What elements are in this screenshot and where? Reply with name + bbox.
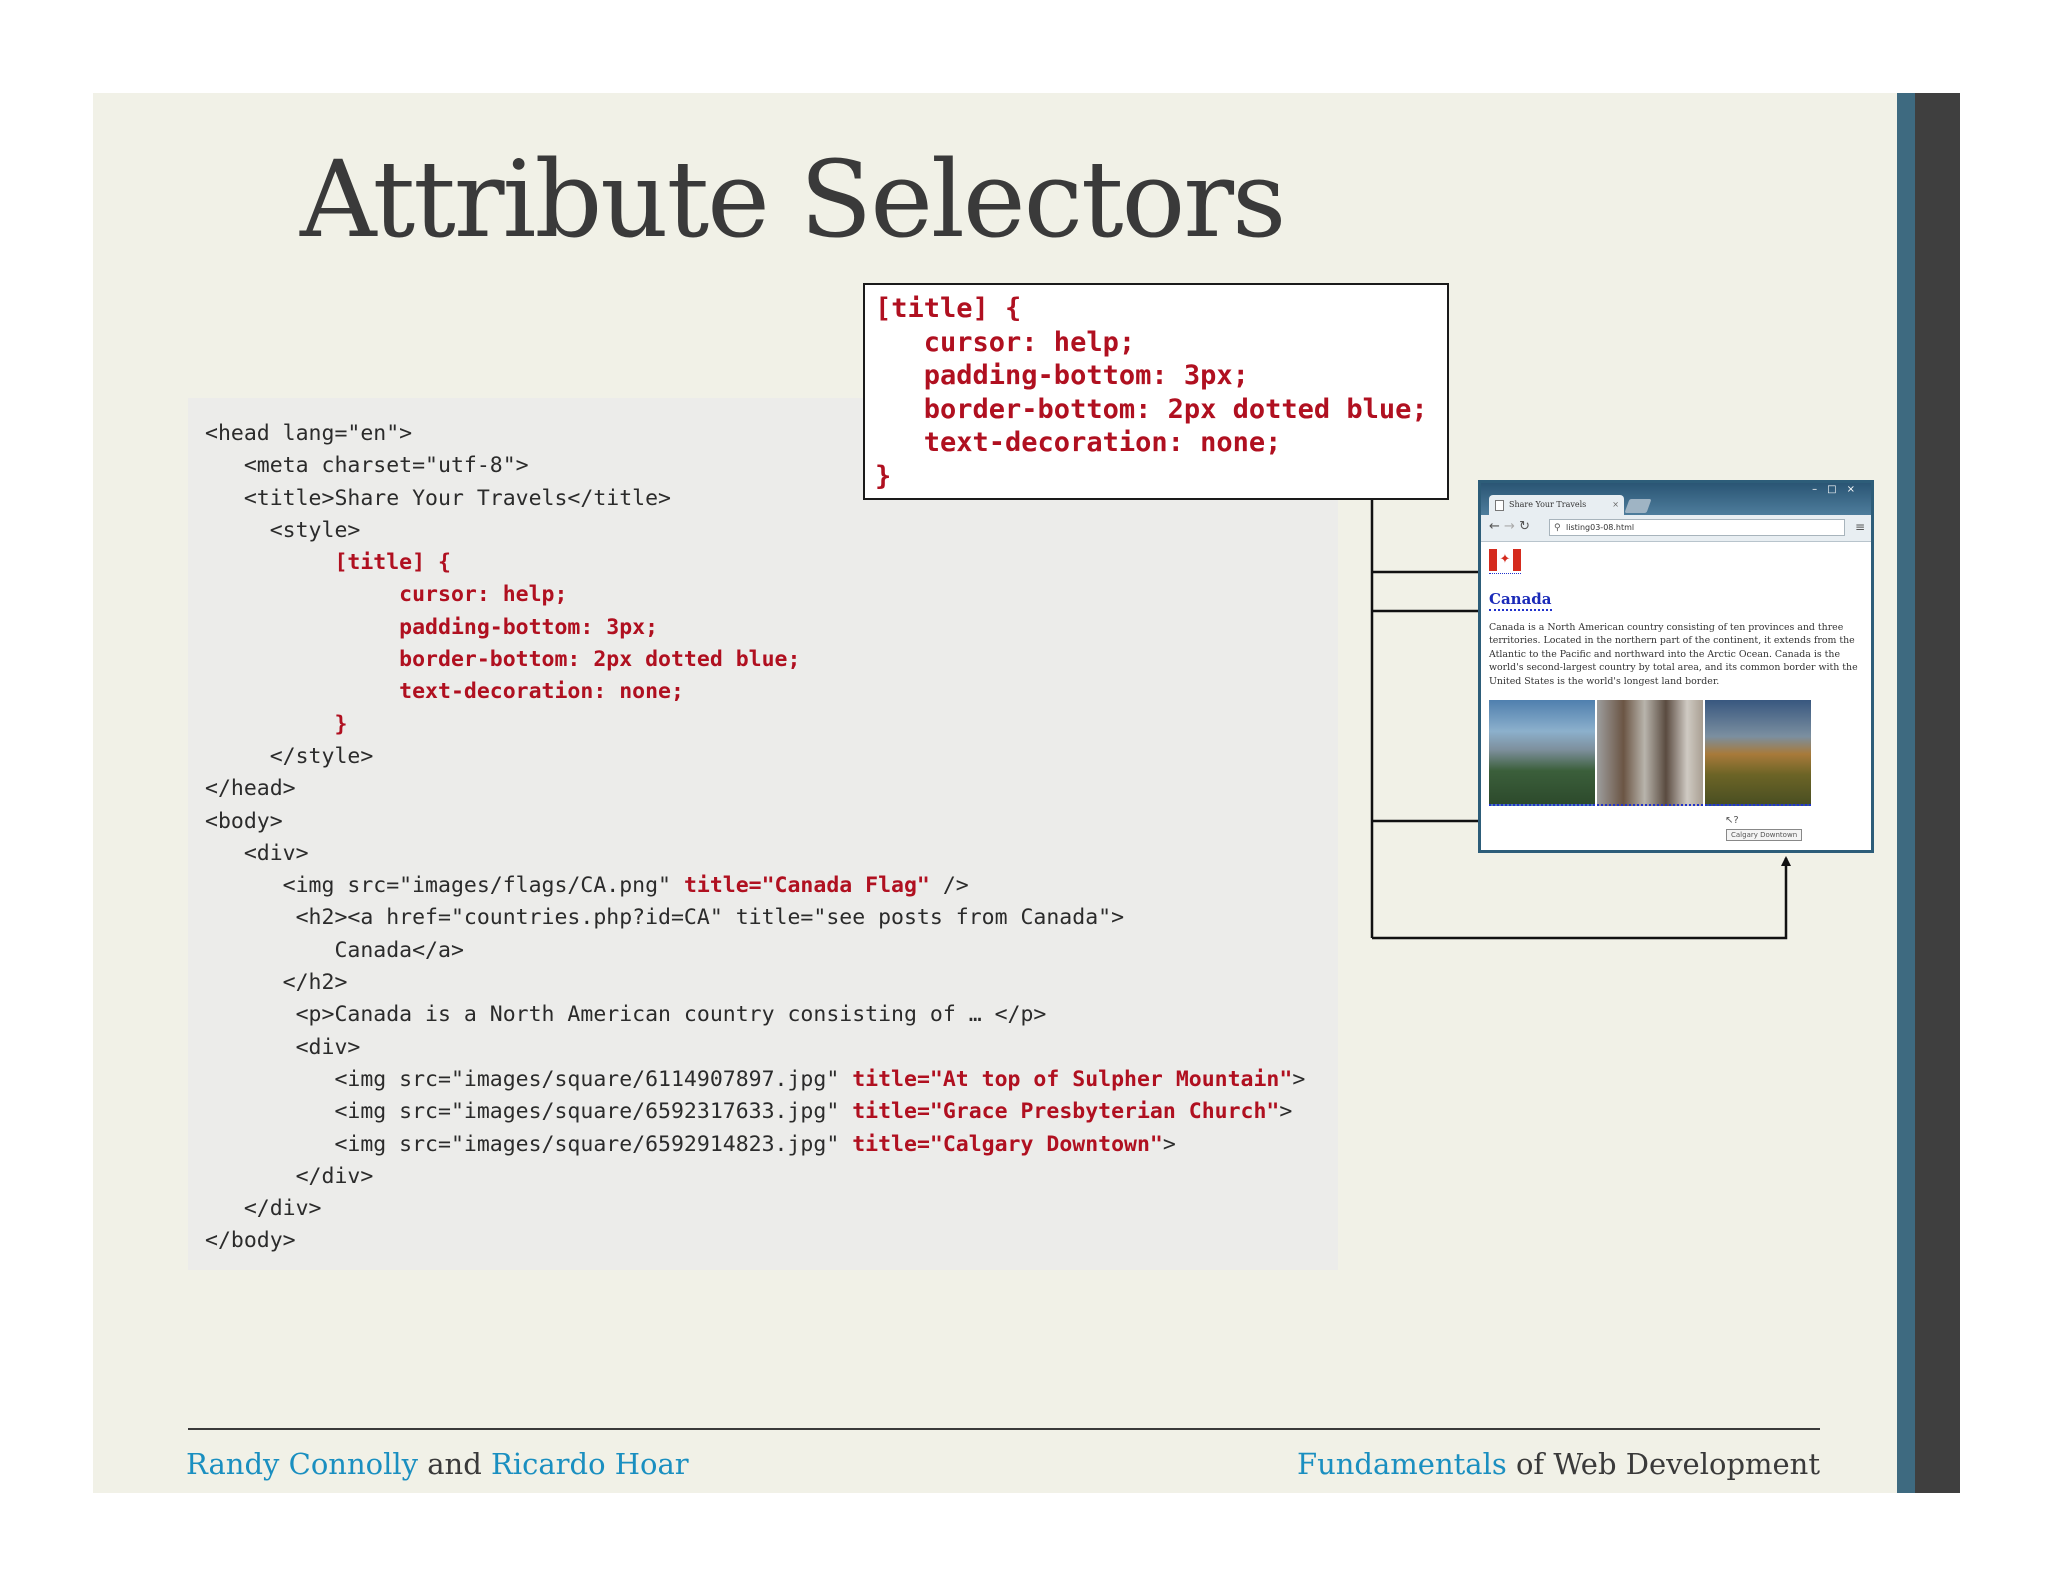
- code-line: </body>: [205, 1228, 296, 1254]
- forward-icon[interactable]: →: [1504, 519, 1515, 534]
- code-line-highlight: [title] {: [205, 550, 451, 576]
- side-accent-bar: [1897, 93, 1915, 1493]
- code-line-highlight: }: [205, 711, 348, 737]
- footer-divider: [188, 1428, 1820, 1430]
- code-line: </style>: [205, 743, 374, 769]
- code-line: </head>: [205, 776, 296, 802]
- footer-book-title: Fundamentals of Web Development: [1297, 1447, 1820, 1481]
- code-line: <h2><a href="countries.php?id=CA" title=…: [205, 905, 1125, 931]
- css-line: }: [875, 460, 892, 492]
- tooltip: Calgary Downtown: [1726, 829, 1803, 841]
- title-attribute-highlight: title="At top of Sulpher Mountain": [852, 1066, 1293, 1092]
- code-line: <meta charset="utf-8">: [205, 453, 529, 479]
- code-line: <title>Share Your Travels</title>: [205, 485, 671, 511]
- close-icon[interactable]: ×: [1847, 484, 1865, 495]
- code-line: >: [1162, 1131, 1176, 1157]
- css-line: border-bottom: 2px dotted blue;: [875, 393, 1428, 425]
- code-line: <div>: [205, 1034, 361, 1060]
- page-paragraph: Canada is a North American country consi…: [1489, 622, 1858, 687]
- tab-close-icon[interactable]: ×: [1612, 495, 1619, 515]
- maximize-icon[interactable]: □: [1827, 484, 1846, 495]
- canada-flag-image: ✦: [1489, 549, 1521, 574]
- code-line: <img src="images/square/6114907897.jpg": [205, 1066, 853, 1092]
- title-attribute-highlight: title="Canada Flag": [683, 873, 930, 899]
- code-line: <img src="images/square/6592317633.jpg": [205, 1099, 853, 1125]
- code-line-highlight: text-decoration: none;: [205, 679, 684, 705]
- address-bar[interactable]: ⚲ listing03-08.html: [1549, 519, 1845, 536]
- author-conjunction: and: [418, 1447, 491, 1481]
- slide-title: Attribute Selectors: [300, 138, 1286, 261]
- browser-title-bar: Share Your Travels × –□×: [1481, 483, 1871, 515]
- side-dark-bar: [1915, 93, 1960, 1493]
- search-icon: ⚲: [1554, 523, 1561, 533]
- back-icon[interactable]: ←: [1489, 519, 1500, 534]
- code-line: </div>: [205, 1163, 374, 1189]
- code-line: Canada</a>: [205, 937, 464, 963]
- css-line: [title] {: [875, 293, 1022, 324]
- code-line-highlight: padding-bottom: 3px;: [205, 614, 659, 640]
- html-code-listing: <head lang="en"> <meta charset="utf-8"> …: [205, 418, 1305, 1258]
- new-tab-button[interactable]: [1624, 499, 1652, 513]
- menu-icon[interactable]: ≡: [1855, 520, 1865, 534]
- css-callout-code: [title] { cursor: help; padding-bottom: …: [875, 292, 1428, 493]
- code-line: <div>: [205, 840, 309, 866]
- thumbnail-row: [1489, 700, 1861, 807]
- code-line: >: [1279, 1099, 1293, 1125]
- book-title-accent: Fundamentals: [1296, 1447, 1507, 1481]
- author-name: Ricardo Hoar: [491, 1447, 689, 1481]
- thumbnail-mountain[interactable]: [1489, 700, 1595, 807]
- code-line: />: [929, 873, 969, 899]
- code-line: <body>: [205, 808, 283, 834]
- browser-toolbar: ← → ↻ ⚲ listing03-08.html ≡: [1481, 515, 1871, 542]
- nav-buttons: ← → ↻: [1489, 519, 1530, 534]
- reload-icon[interactable]: ↻: [1519, 519, 1530, 534]
- thumbnail-church[interactable]: [1597, 700, 1703, 807]
- footer-authors: Randy Connolly and Ricardo Hoar: [186, 1447, 689, 1481]
- code-line: <p>Canada is a North American country co…: [205, 1002, 1047, 1028]
- code-line: </div>: [205, 1196, 322, 1222]
- code-line: </h2>: [205, 970, 348, 996]
- code-line-highlight: border-bottom: 2px dotted blue;: [205, 647, 801, 673]
- help-cursor-icon: ↖?: [1725, 815, 1739, 826]
- css-line: cursor: help;: [875, 326, 1136, 358]
- browser-screenshot: Share Your Travels × –□× ← → ↻ ⚲ listing…: [1478, 480, 1874, 853]
- page-heading-link[interactable]: Canada: [1489, 590, 1552, 611]
- code-line: <head lang="en">: [205, 421, 413, 446]
- title-attribute-highlight: title="Calgary Downtown": [852, 1131, 1163, 1157]
- browser-page-content: ✦ Canada Canada is a North American coun…: [1489, 549, 1861, 807]
- title-attribute-highlight: title="Grace Presbyterian Church": [852, 1099, 1280, 1125]
- code-line-highlight: cursor: help;: [205, 582, 568, 608]
- code-line: >: [1292, 1066, 1306, 1092]
- css-line: padding-bottom: 3px;: [875, 360, 1249, 391]
- code-line: <img src="images/square/6592914823.jpg": [205, 1131, 853, 1157]
- minimize-icon[interactable]: –: [1812, 484, 1827, 495]
- address-url: listing03-08.html: [1566, 523, 1635, 532]
- code-line: <img src="images/flags/CA.png": [205, 873, 684, 899]
- browser-tab[interactable]: Share Your Travels ×: [1489, 495, 1624, 515]
- window-controls: –□×: [1812, 484, 1865, 495]
- page-icon: [1495, 500, 1504, 511]
- code-line: <style>: [205, 517, 361, 543]
- thumbnail-downtown[interactable]: [1705, 700, 1811, 807]
- book-title-rest: of Web Development: [1506, 1447, 1820, 1481]
- maple-leaf-icon: ✦: [1497, 549, 1513, 571]
- author-name: Randy Connolly: [186, 1447, 419, 1481]
- browser-tab-title: Share Your Travels: [1509, 500, 1587, 509]
- css-line: text-decoration: none;: [875, 427, 1282, 458]
